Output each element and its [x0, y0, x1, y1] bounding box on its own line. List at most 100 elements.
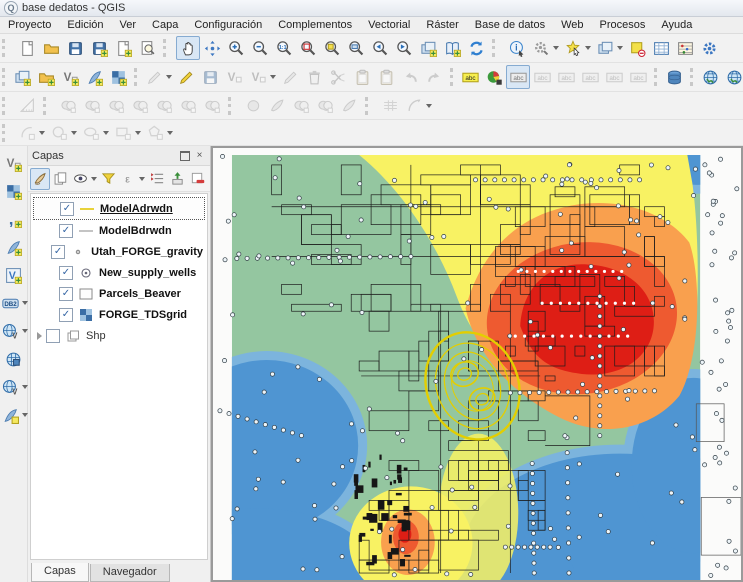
deselect-features-button-dropdown[interactable] [617, 46, 623, 50]
add-raster-layer-button[interactable] [1, 177, 27, 205]
menu-ver[interactable]: Ver [112, 18, 145, 32]
layer-row-shp[interactable]: Shp [33, 325, 205, 346]
menu-capa[interactable]: Capa [144, 18, 186, 32]
layer-row-parcels_beaver[interactable]: ✓ Parcels_Beaver [33, 283, 205, 304]
zoom-next-button[interactable] [392, 36, 416, 60]
new-bookmark-button[interactable] [416, 36, 440, 60]
circular-string-button-dropdown[interactable] [39, 130, 45, 135]
layer-row-new_supply_wells[interactable]: ✓ New_supply_wells [33, 262, 205, 283]
layer-row-utah_forge_gravity[interactable]: ✓ Utah_FORGE_gravity [33, 241, 205, 262]
add-virtual-layer-button-dropdown[interactable] [21, 413, 28, 417]
show-layout-manager-button[interactable] [135, 36, 159, 60]
add-rectangle-button-dropdown[interactable] [135, 130, 141, 135]
layer-checkbox-utah_forge_gravity[interactable]: ✓ [51, 244, 66, 259]
deselect-features-button[interactable] [593, 36, 617, 60]
menu-vectorial[interactable]: Vectorial [360, 18, 418, 32]
menu-configuracion[interactable]: Configuración [186, 18, 270, 32]
layer-checkbox-modeladrwdn[interactable]: ✓ [60, 201, 74, 216]
pan-map-button[interactable] [176, 36, 200, 60]
layer-labeling-button[interactable]: abc [458, 65, 482, 89]
menu-web[interactable]: Web [553, 18, 591, 32]
new-shapefile-layer-button[interactable] [10, 65, 34, 89]
zoom-full-button[interactable] [296, 36, 320, 60]
vertex-tool-button-dropdown[interactable] [270, 75, 276, 79]
select-by-value-button[interactable] [625, 36, 649, 60]
add-db2-layer-button[interactable]: DB2 [0, 289, 24, 317]
add-wcs-layer-button[interactable]: V [0, 373, 24, 401]
panel-dock-icon[interactable] [178, 149, 191, 162]
add-wms-layer-button[interactable] [1, 345, 27, 373]
metasearch-button[interactable] [698, 65, 722, 89]
select-features-button[interactable] [561, 36, 585, 60]
add-virtual-layer-button[interactable] [0, 401, 24, 429]
current-edits-button-dropdown[interactable] [166, 75, 172, 79]
layer-checkbox-parcels_beaver[interactable]: ✓ [59, 286, 73, 301]
add-vector-layer-button[interactable]: V [1, 149, 27, 177]
show-bookmarks-button[interactable] [440, 36, 464, 60]
remove-layer-button[interactable] [188, 168, 208, 190]
manage-map-themes-button-dropdown[interactable] [90, 176, 97, 181]
add-wcs-layer-button-dropdown[interactable] [21, 385, 28, 389]
web-service-button[interactable] [722, 65, 743, 89]
select-features-button-dropdown[interactable] [585, 46, 591, 50]
layer-row-forge_tdsgrid[interactable]: ✓ FORGE_TDSgrid [33, 304, 205, 325]
pan-to-selection-button[interactable] [200, 36, 224, 60]
new-mesh-layer-button[interactable] [106, 65, 130, 89]
add-circle-button-dropdown[interactable] [71, 130, 77, 135]
layer-row-modeladrwdn[interactable]: ✓ ModelAdrwdn [33, 197, 205, 220]
new-geopackage-layer-button[interactable] [34, 65, 58, 89]
filter-by-expression-button[interactable]: ε [119, 168, 139, 190]
open-attribute-table-button[interactable] [649, 36, 673, 60]
zoom-last-button[interactable] [368, 36, 392, 60]
filter-legend-button[interactable] [99, 168, 119, 190]
add-ellipse-button-dropdown[interactable] [103, 130, 109, 135]
layer-checkbox-shp[interactable] [46, 328, 60, 343]
layer-checkbox-forge_tdsgrid[interactable]: ✓ [59, 307, 73, 322]
zoom-out-button[interactable] [248, 36, 272, 60]
new-temporary-layer-button[interactable]: V [58, 65, 82, 89]
menu-procesos[interactable]: Procesos [592, 18, 654, 32]
add-regular-polygon-button-dropdown[interactable] [167, 130, 173, 135]
menu-complementos[interactable]: Complementos [270, 18, 360, 32]
menu-edicion[interactable]: Edición [59, 18, 111, 32]
refresh-button[interactable] [464, 36, 488, 60]
zoom-native-button[interactable]: 1:1 [272, 36, 296, 60]
layer-diagram-button[interactable] [482, 65, 506, 89]
layer-checkbox-new_supply_wells[interactable]: ✓ [59, 265, 73, 280]
new-project-button[interactable] [15, 36, 39, 60]
toggle-editing-button[interactable] [174, 65, 198, 89]
statistical-summary-button[interactable] [673, 36, 697, 60]
add-spatialite-layer-button[interactable] [1, 233, 27, 261]
layer-row-modelbdrwdn[interactable]: ✓ ModelBdrwdn [33, 220, 205, 241]
open-layer-styling-button[interactable] [30, 167, 51, 190]
menu-proyecto[interactable]: Proyecto [0, 18, 59, 32]
save-project-as-button[interactable] [87, 36, 111, 60]
new-print-layout-button[interactable] [111, 36, 135, 60]
manage-map-themes-button[interactable] [71, 168, 91, 190]
add-wfs-layer-button[interactable]: V [0, 317, 24, 345]
add-wfs-layer-button-dropdown[interactable] [21, 329, 28, 333]
processing-toolbox-button[interactable] [697, 36, 721, 60]
curve-digitize-button-dropdown[interactable] [426, 103, 432, 108]
map-canvas[interactable] [212, 147, 742, 581]
add-delimited-text-layer-button[interactable]: , [1, 205, 27, 233]
identify-features-button[interactable]: i [505, 36, 529, 60]
layer-checkbox-modelbdrwdn[interactable]: ✓ [59, 223, 73, 238]
zoom-to-layer-button[interactable] [344, 36, 368, 60]
highlight-pinned-labels-button[interactable]: abc [506, 65, 530, 89]
feature-actions-button[interactable] [529, 36, 553, 60]
menu-base-de-datos[interactable]: Base de datos [467, 18, 553, 32]
menu-ayuda[interactable]: Ayuda [653, 18, 700, 32]
menu-raster[interactable]: Ráster [418, 18, 466, 32]
add-mssql-layer-button[interactable]: V [1, 261, 27, 289]
group-expand-icon[interactable] [37, 331, 42, 340]
panel-tab-capas[interactable]: Capas [31, 563, 89, 582]
open-project-button[interactable] [39, 36, 63, 60]
collapse-all-button[interactable] [168, 168, 188, 190]
new-spatialite-layer-button[interactable] [82, 65, 106, 89]
zoom-to-selection-button[interactable] [320, 36, 344, 60]
expand-all-button[interactable] [147, 168, 167, 190]
add-group-button[interactable] [50, 168, 70, 190]
add-db2-layer-button-dropdown[interactable] [21, 301, 28, 305]
zoom-in-button[interactable] [224, 36, 248, 60]
